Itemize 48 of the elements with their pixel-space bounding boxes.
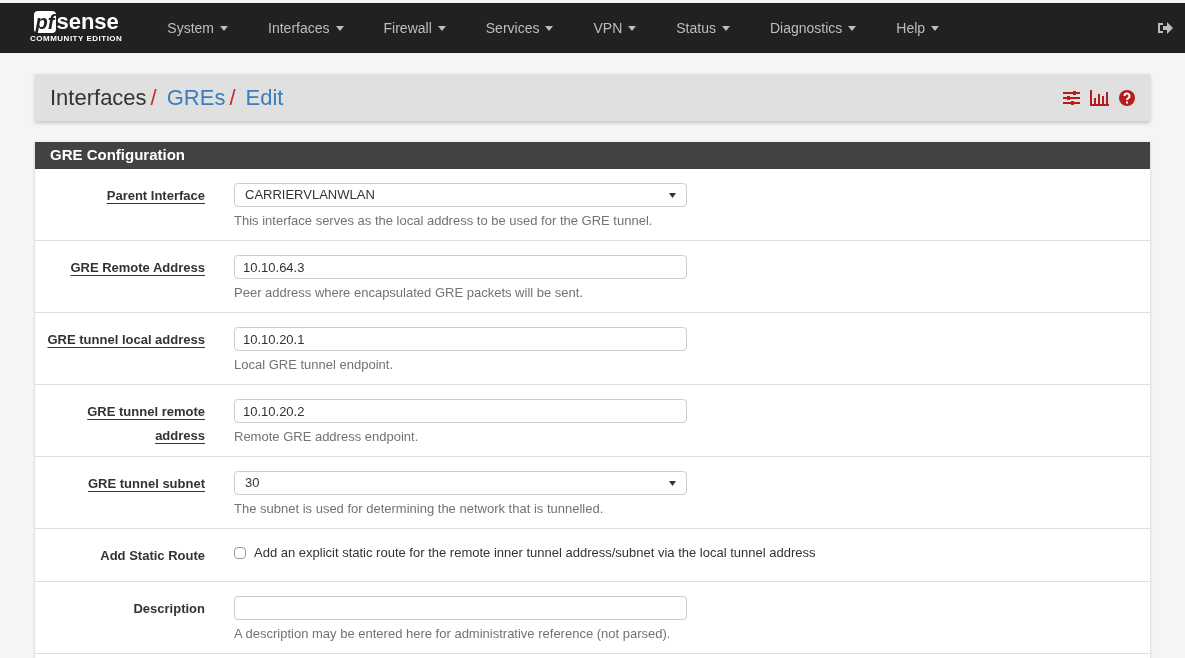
select-field[interactable]: 30 [234, 471, 687, 495]
field-label: GRE tunnel subnet [88, 476, 205, 491]
help-text: This interface serves as the local address to be used for the GRE tunnel. [234, 212, 654, 230]
input-field[interactable]: 10.10.20.1 [234, 327, 687, 351]
logout-icon[interactable] [1157, 21, 1173, 35]
caret-icon [669, 192, 676, 198]
nav-menu[interactable]: Services [470, 17, 569, 39]
nav-menu[interactable]: Firewall [368, 17, 461, 39]
caret-icon [220, 25, 229, 31]
field-label: GRE tunnel remote address [87, 404, 205, 443]
checkbox-label: Add an explicit static route for the remote inner tunnel address/subnet via the local tunnel address [254, 544, 816, 562]
caret-icon [437, 25, 446, 31]
field-label: GRE Remote Address [70, 260, 205, 275]
caret-icon [335, 25, 344, 31]
help-text: Peer address where encapsulated GRE packets will be sent. [234, 284, 585, 302]
nav-menu[interactable]: Status [661, 17, 745, 39]
field-label: GRE tunnel local address [47, 332, 205, 347]
help-text: Remote GRE address endpoint. [234, 428, 420, 446]
help-text: A description may be entered here for administrative reference (not parsed). [234, 625, 672, 643]
input-field[interactable]: 10.10.64.3 [234, 255, 687, 279]
caret-icon [848, 25, 857, 31]
breadcrumb-text: Interfaces [50, 84, 147, 112]
input-field[interactable]: 10.10.20.2 [234, 399, 687, 423]
bar-chart-icon[interactable] [1090, 89, 1109, 106]
caret-icon [721, 25, 730, 31]
help-text: The subnet is used for determining the network that is tunnelled. [234, 500, 605, 518]
checkbox[interactable] [234, 546, 246, 559]
select-field[interactable]: CARRIERVLANWLAN [234, 183, 687, 207]
caret-icon [545, 25, 554, 31]
nav-menu[interactable]: VPN [578, 17, 652, 39]
input-field[interactable] [234, 596, 687, 620]
field-label: Add Static Route [100, 548, 205, 563]
caret-icon [628, 25, 637, 31]
help-text: Local GRE tunnel endpoint. [234, 356, 394, 374]
breadcrumb-separator: / [229, 84, 236, 112]
nav-menu[interactable]: Diagnostics [754, 17, 872, 39]
field-label: Parent Interface [106, 188, 205, 203]
nav-menu[interactable]: Interfaces [253, 17, 359, 39]
caret-icon [669, 480, 676, 486]
sliders-icon[interactable] [1063, 90, 1080, 105]
caret-icon [931, 25, 940, 31]
panel-title: GRE Configuration [35, 142, 1150, 169]
breadcrumb-separator: / [150, 84, 157, 112]
field-label: Description [133, 601, 205, 616]
logo[interactable]: pfsense COMMUNITY EDITION [30, 11, 123, 45]
help-icon[interactable] [1119, 89, 1135, 106]
nav-menu[interactable]: Help [881, 17, 955, 39]
nav-menu[interactable]: System [152, 17, 244, 39]
